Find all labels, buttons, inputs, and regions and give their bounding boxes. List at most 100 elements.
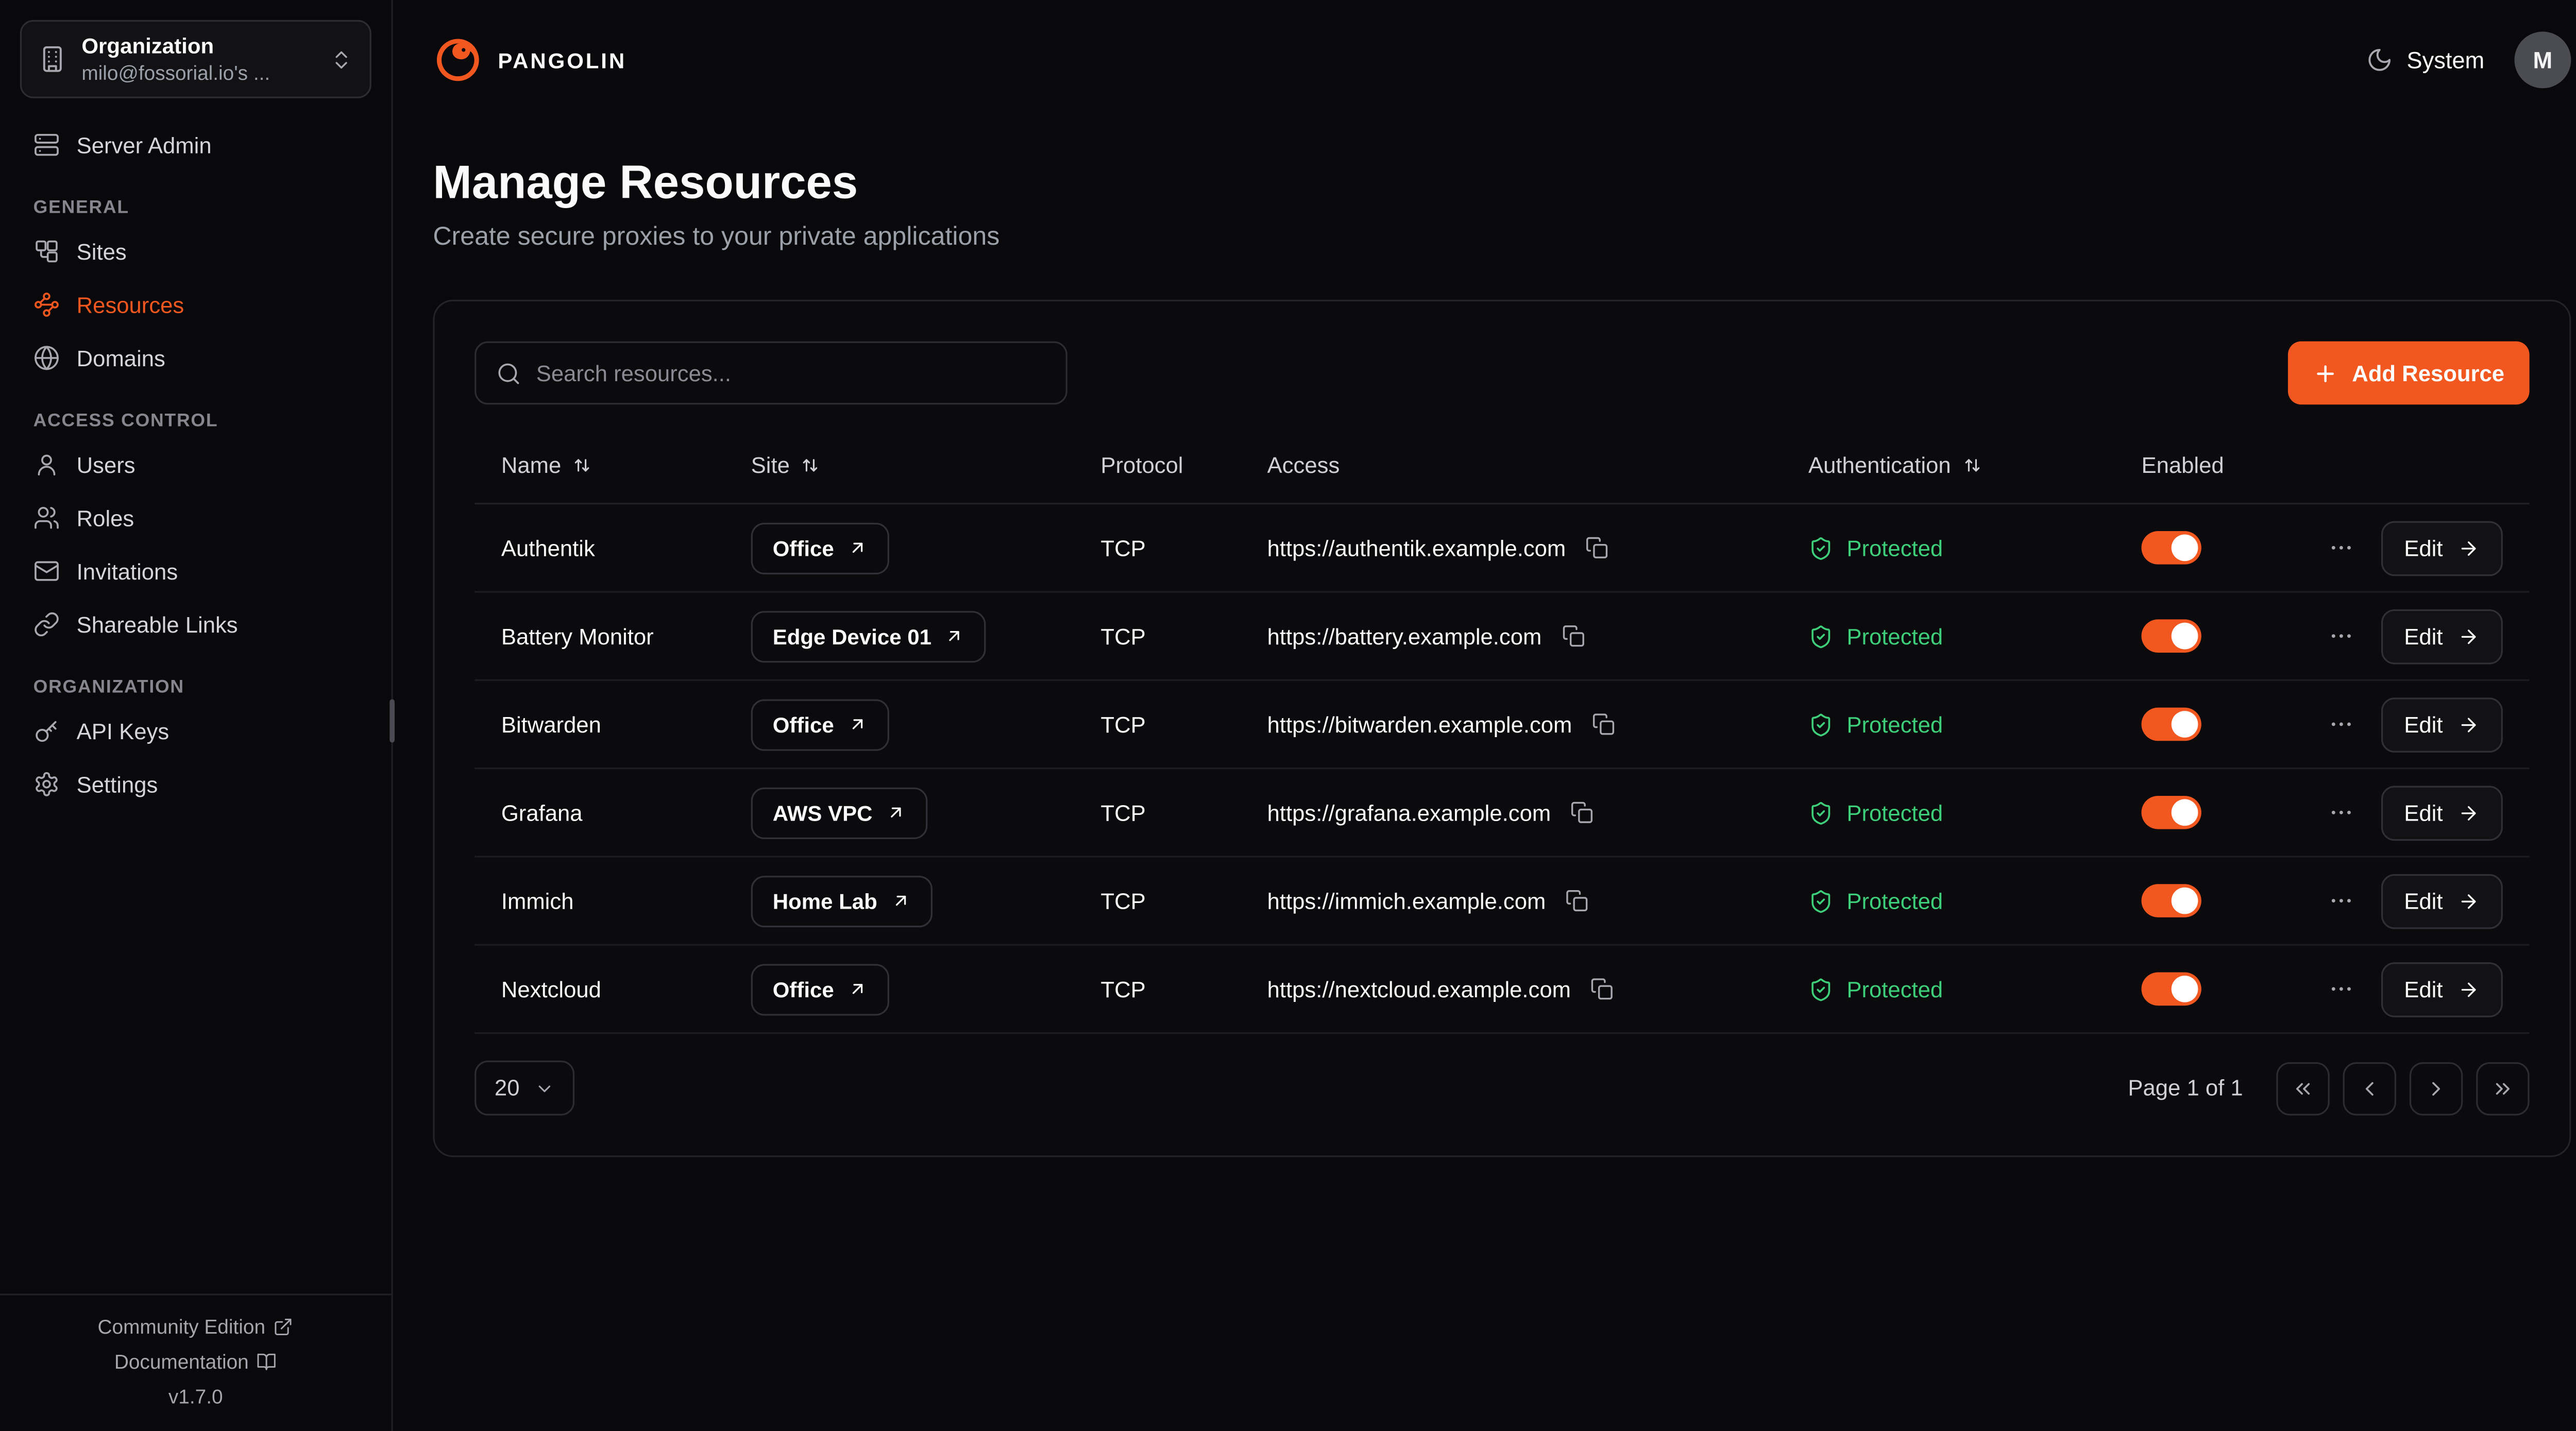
first-page-button[interactable] bbox=[2276, 1061, 2329, 1114]
sidebar-item-api-keys[interactable]: API Keys bbox=[20, 704, 371, 757]
row-menu-button[interactable] bbox=[2321, 969, 2361, 1009]
copy-url-button[interactable] bbox=[1555, 618, 1591, 654]
copy-url-button[interactable] bbox=[1559, 882, 1596, 919]
sidebar-item-resources[interactable]: Resources bbox=[20, 278, 371, 331]
copy-url-button[interactable] bbox=[1564, 794, 1601, 831]
site-link-button[interactable]: AWS VPC bbox=[751, 787, 928, 838]
sidebar-item-invitations[interactable]: Invitations bbox=[20, 544, 371, 598]
enabled-toggle[interactable] bbox=[2141, 884, 2201, 917]
sidebar-item-users[interactable]: Users bbox=[20, 438, 371, 491]
page-subtitle: Create secure proxies to your private ap… bbox=[433, 223, 2571, 253]
add-resource-button[interactable]: Add Resource bbox=[2289, 342, 2529, 405]
next-page-button[interactable] bbox=[2410, 1061, 2463, 1114]
section-heading-access-control: ACCESS CONTROL bbox=[33, 411, 358, 431]
site-name: Edge Device 01 bbox=[773, 623, 931, 648]
sidebar-item-roles[interactable]: Roles bbox=[20, 491, 371, 544]
link-icon bbox=[33, 611, 60, 638]
search-box[interactable] bbox=[474, 342, 1067, 405]
documentation-link[interactable]: Documentation bbox=[114, 1350, 277, 1373]
resource-url: https://nextcloud.example.com bbox=[1267, 977, 1571, 1001]
ellipsis-icon bbox=[2328, 799, 2354, 826]
section-heading-general: GENERAL bbox=[33, 198, 358, 218]
shield-check-icon bbox=[1808, 712, 1833, 737]
copy-url-button[interactable] bbox=[1585, 706, 1622, 742]
site-link-button[interactable]: Office bbox=[751, 699, 889, 750]
auth-status-label: Protected bbox=[1846, 888, 1943, 913]
app-version: v1.7.0 bbox=[168, 1385, 223, 1408]
last-page-button[interactable] bbox=[2476, 1061, 2529, 1114]
site-name: Home Lab bbox=[773, 888, 877, 913]
theme-label: System bbox=[2406, 46, 2484, 73]
column-header-authentication[interactable]: Authentication bbox=[1808, 453, 1982, 478]
sidebar: Organization milo@fossorial.io's ... Ser… bbox=[0, 0, 393, 1431]
shield-check-icon bbox=[1808, 977, 1833, 1001]
row-menu-button[interactable] bbox=[2321, 616, 2361, 656]
theme-toggle-button[interactable]: System bbox=[2367, 46, 2484, 73]
table-row: Grafana AWS VPC TCP bbox=[474, 769, 2529, 857]
org-selector[interactable]: Organization milo@fossorial.io's ... bbox=[20, 20, 371, 98]
page-size-select[interactable]: 20 bbox=[474, 1061, 574, 1116]
copy-url-button[interactable] bbox=[1579, 530, 1616, 566]
sidebar-item-label: Shareable Links bbox=[77, 612, 238, 637]
sidebar-item-shareable-links[interactable]: Shareable Links bbox=[20, 598, 371, 651]
user-avatar[interactable]: M bbox=[2514, 31, 2571, 88]
site-link-button[interactable]: Home Lab bbox=[751, 875, 933, 926]
row-menu-button[interactable] bbox=[2321, 704, 2361, 744]
arrow-up-right-icon bbox=[848, 714, 868, 735]
column-header-access: Access bbox=[1267, 453, 1340, 478]
site-link-button[interactable]: Office bbox=[751, 522, 889, 573]
enabled-toggle[interactable] bbox=[2141, 531, 2201, 565]
copy-icon bbox=[1591, 977, 1614, 1000]
row-menu-button[interactable] bbox=[2321, 881, 2361, 921]
plus-icon bbox=[2314, 361, 2338, 385]
sidebar-resize-handle[interactable] bbox=[389, 699, 395, 742]
enabled-toggle[interactable] bbox=[2141, 973, 2201, 1006]
toolbar: Add Resource bbox=[474, 342, 2529, 405]
moon-icon bbox=[2367, 46, 2394, 73]
sidebar-footer: Community Edition Documentation v1.7.0 bbox=[0, 1293, 392, 1431]
sidebar-item-server-admin[interactable]: Server Admin bbox=[20, 118, 371, 171]
edit-button[interactable]: Edit bbox=[2381, 608, 2503, 663]
copy-icon bbox=[1592, 712, 1615, 736]
column-header-protocol: Protocol bbox=[1100, 453, 1183, 478]
arrow-up-right-icon bbox=[848, 979, 868, 999]
auth-status-label: Protected bbox=[1846, 977, 1943, 1001]
row-menu-button[interactable] bbox=[2321, 528, 2361, 568]
auth-status-label: Protected bbox=[1846, 623, 1943, 648]
arrow-right-icon bbox=[2458, 625, 2480, 647]
book-open-icon bbox=[257, 1351, 277, 1371]
auth-status-label: Protected bbox=[1846, 535, 1943, 560]
sidebar-item-label: Users bbox=[77, 452, 135, 477]
brand: PANGOLIN bbox=[433, 35, 626, 85]
edit-button[interactable]: Edit bbox=[2381, 873, 2503, 928]
sidebar-item-settings[interactable]: Settings bbox=[20, 758, 371, 811]
edit-button[interactable]: Edit bbox=[2381, 520, 2503, 575]
previous-page-button[interactable] bbox=[2343, 1061, 2396, 1114]
sidebar-item-label: Resources bbox=[77, 292, 184, 317]
copy-url-button[interactable] bbox=[1584, 970, 1621, 1007]
copy-icon bbox=[1562, 624, 1585, 648]
enabled-toggle[interactable] bbox=[2141, 796, 2201, 829]
resource-name: Authentik bbox=[474, 535, 724, 560]
sidebar-nav: Server Admin GENERAL Sites Resources Do bbox=[0, 108, 392, 1293]
resource-url: https://immich.example.com bbox=[1267, 888, 1546, 913]
site-link-button[interactable]: Office bbox=[751, 963, 889, 1015]
enabled-toggle[interactable] bbox=[2141, 708, 2201, 741]
column-header-site[interactable]: Site bbox=[751, 453, 822, 478]
gear-icon bbox=[33, 771, 60, 797]
sidebar-item-domains[interactable]: Domains bbox=[20, 331, 371, 384]
pangolin-logo-icon bbox=[433, 35, 483, 85]
main-content: PANGOLIN System M Manage Resources Creat… bbox=[393, 0, 2576, 1431]
community-edition-link[interactable]: Community Edition bbox=[98, 1315, 294, 1338]
edit-button[interactable]: Edit bbox=[2381, 697, 2503, 752]
column-header-name[interactable]: Name bbox=[501, 453, 593, 478]
external-link-icon bbox=[274, 1316, 294, 1336]
edit-button[interactable]: Edit bbox=[2381, 962, 2503, 1017]
site-link-button[interactable]: Edge Device 01 bbox=[751, 610, 987, 662]
sidebar-item-sites[interactable]: Sites bbox=[20, 225, 371, 278]
row-menu-button[interactable] bbox=[2321, 792, 2361, 832]
enabled-toggle[interactable] bbox=[2141, 619, 2201, 653]
edit-button[interactable]: Edit bbox=[2381, 785, 2503, 840]
resource-url: https://bitwarden.example.com bbox=[1267, 712, 1572, 737]
search-input[interactable] bbox=[536, 361, 1046, 385]
